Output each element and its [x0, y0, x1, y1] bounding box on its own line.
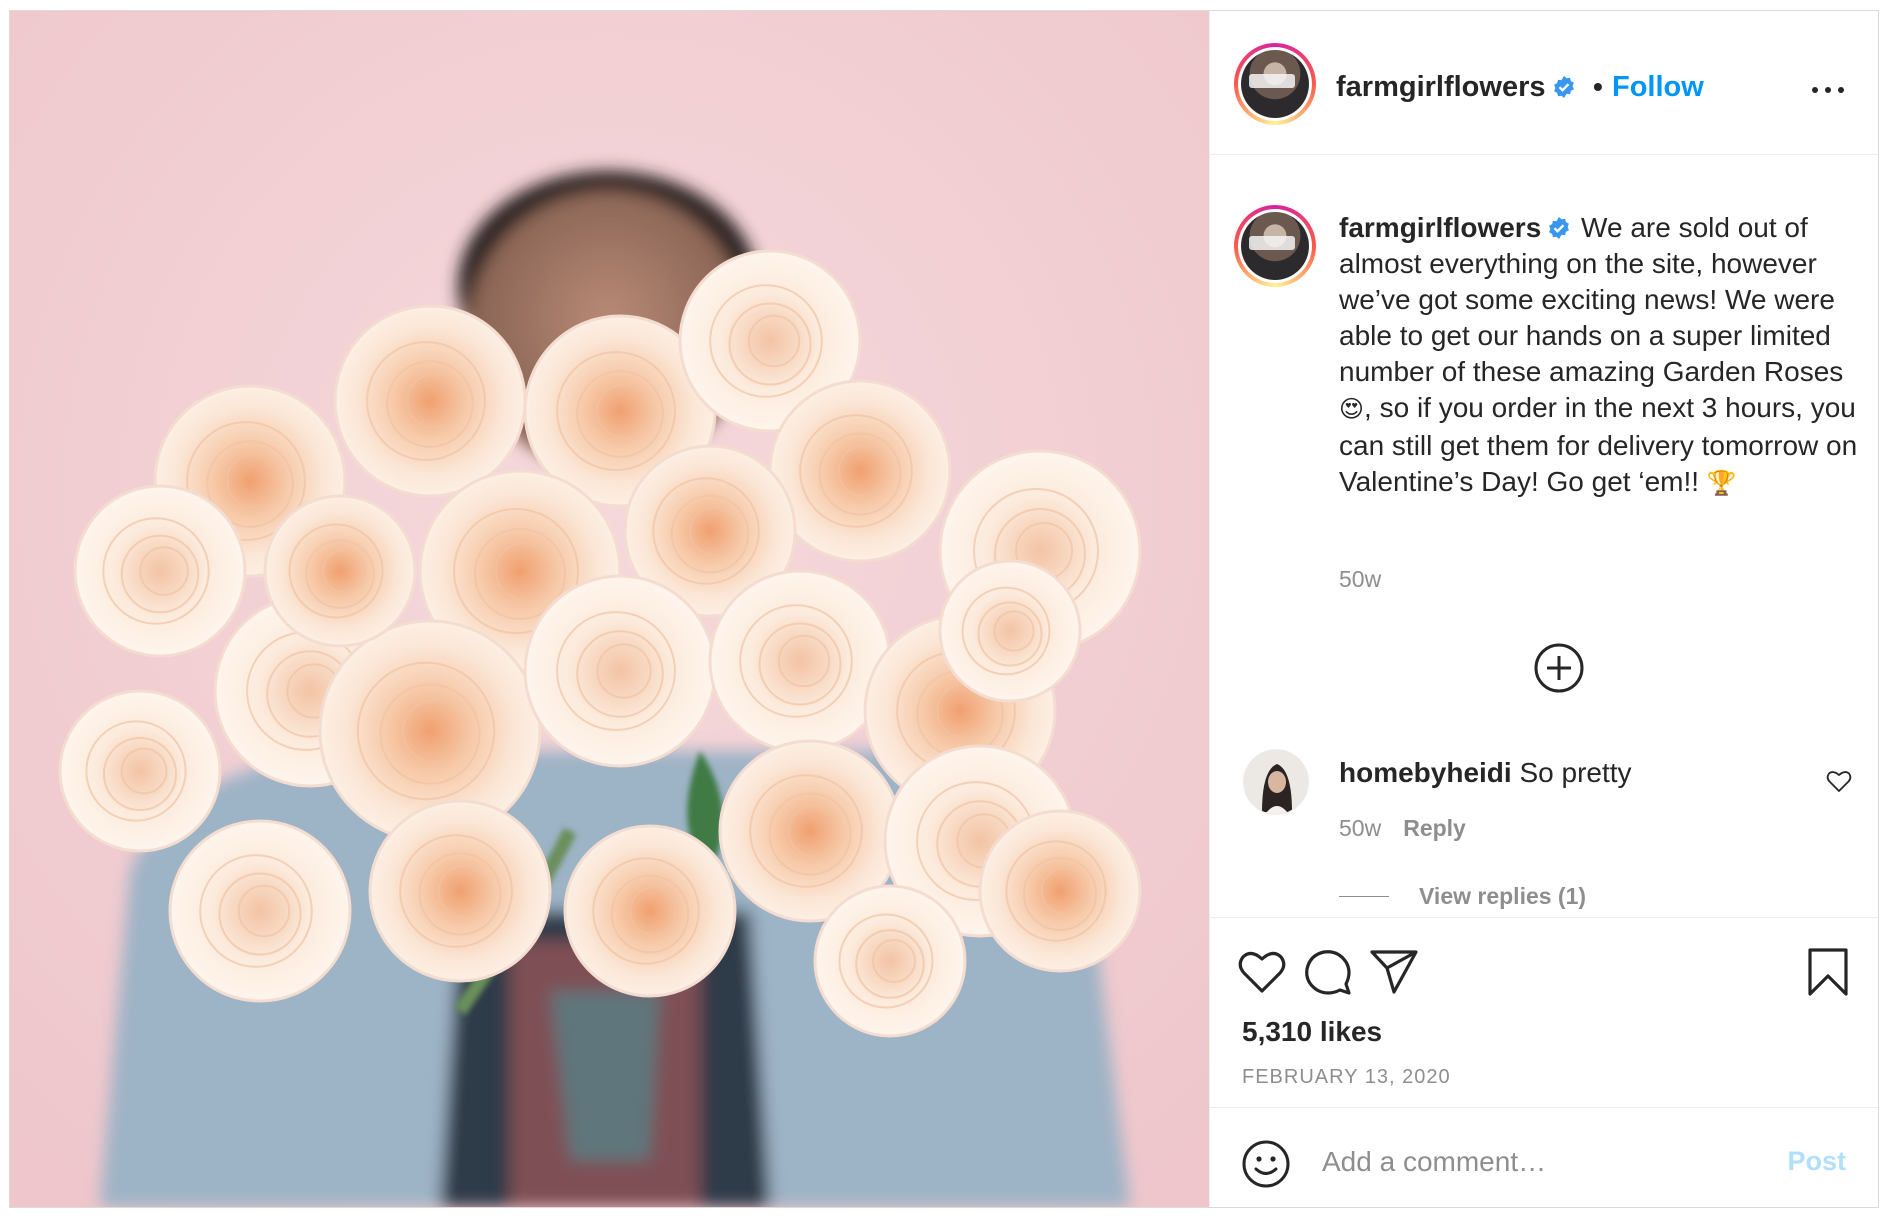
- comment-text: homebyheidi So pretty: [1339, 757, 1632, 789]
- heart-eyes-emoji: 😍: [1339, 396, 1365, 423]
- post-header: farmgirlflowers • Follow: [1210, 11, 1878, 155]
- author-avatar[interactable]: [1234, 43, 1316, 125]
- commenter-avatar[interactable]: [1243, 749, 1309, 815]
- post-photo: [10, 11, 1209, 1207]
- comment-like-heart-icon[interactable]: [1826, 769, 1852, 793]
- comment-timestamp[interactable]: 50w: [1339, 815, 1381, 841]
- rose-bloom: [58, 689, 222, 853]
- post-side-panel: farmgirlflowers • Follow farmgirlflowers…: [1209, 11, 1878, 1207]
- view-replies-line: [1339, 896, 1389, 897]
- verified-badge-icon: [1553, 76, 1574, 98]
- view-replies-button[interactable]: View replies (1): [1339, 883, 1586, 910]
- commenter-username[interactable]: homebyheidi: [1339, 757, 1512, 788]
- caption-text: farmgirlflowers We are sold out of almos…: [1339, 210, 1859, 502]
- likes-count[interactable]: 5,310 likes: [1242, 1016, 1382, 1048]
- author-username-text[interactable]: farmgirlflowers: [1336, 71, 1546, 103]
- trophy-emoji: 🏆: [1706, 470, 1737, 497]
- view-replies-label[interactable]: View replies (1): [1419, 883, 1586, 910]
- caption-avatar[interactable]: [1234, 205, 1316, 287]
- post-date[interactable]: FEBRUARY 13, 2020: [1242, 1066, 1451, 1089]
- rose-bloom: [708, 569, 892, 753]
- verified-badge-icon: [1549, 217, 1570, 239]
- rose-bloom: [263, 494, 417, 648]
- post-comment-button[interactable]: Post: [1787, 1146, 1846, 1177]
- share-icon[interactable]: [1368, 946, 1420, 998]
- comment-body: So pretty: [1511, 757, 1632, 788]
- post-actions: 5,310 likes FEBRUARY 13, 2020: [1210, 917, 1878, 1107]
- garden-roses-image: [10, 11, 1209, 1207]
- rose-bloom: [368, 799, 552, 983]
- comment-input[interactable]: [1322, 1136, 1752, 1188]
- header-separator: •: [1593, 71, 1603, 102]
- rose-bloom: [813, 884, 967, 1038]
- add-comment-bar: Post: [1210, 1107, 1878, 1207]
- rose-bloom: [523, 574, 717, 768]
- post-dialog: farmgirlflowers • Follow farmgirlflowers…: [9, 10, 1879, 1208]
- rose-bloom: [563, 824, 737, 998]
- caption-timestamp[interactable]: 50w: [1339, 566, 1381, 593]
- follow-button[interactable]: Follow: [1612, 71, 1704, 104]
- reply-button[interactable]: Reply: [1403, 815, 1466, 841]
- rose-bloom: [768, 379, 952, 563]
- rose-bloom: [938, 559, 1082, 703]
- heart-icon[interactable]: [1236, 946, 1288, 998]
- caption-body-2: , so if you order in the next 3 hours, y…: [1339, 392, 1858, 497]
- bookmark-icon[interactable]: [1802, 946, 1854, 998]
- rose-bloom: [168, 819, 352, 1003]
- rose-bloom: [978, 809, 1142, 973]
- more-options-icon[interactable]: [1812, 85, 1846, 95]
- comment-meta: 50w Reply: [1339, 815, 1466, 842]
- emoji-icon[interactable]: [1240, 1138, 1292, 1190]
- plus-circle-icon[interactable]: [1533, 642, 1585, 694]
- caption-username[interactable]: farmgirlflowers: [1339, 212, 1541, 243]
- author-username[interactable]: farmgirlflowers: [1336, 71, 1576, 104]
- comment-icon[interactable]: [1302, 946, 1354, 998]
- rose-bloom: [73, 484, 247, 658]
- rose-bloom: [333, 304, 527, 498]
